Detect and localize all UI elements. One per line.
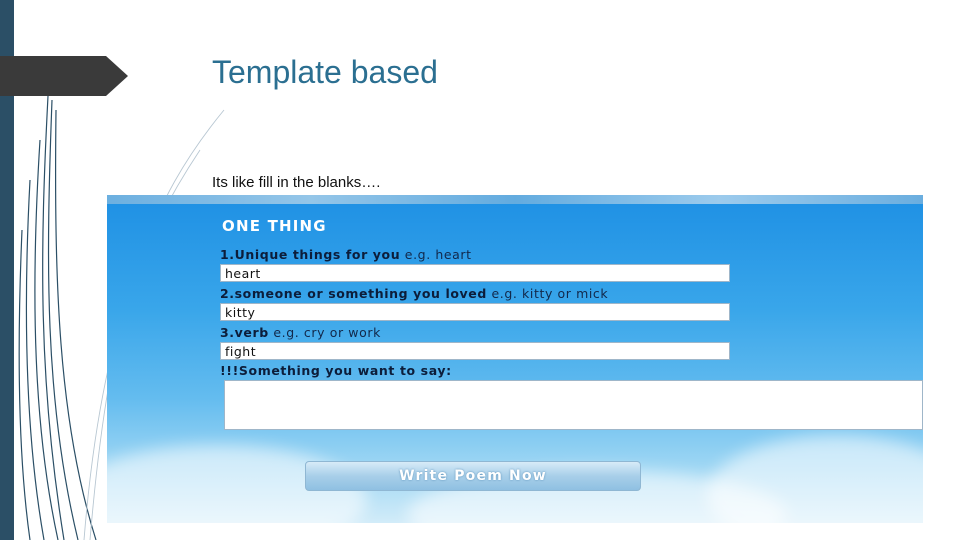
say-something-textarea[interactable] <box>224 380 923 430</box>
slide-body-text: Its like fill in the blanks…. <box>212 174 381 191</box>
poem-form-screenshot: ONE THING 1.Unique things for you e.g. h… <box>107 195 923 523</box>
form-top-strip <box>107 195 923 204</box>
say-something-label: !!!Something you want to say: <box>220 363 452 378</box>
title-tab-shape <box>0 56 128 96</box>
question-3-label: 3.verb e.g. cry or work <box>220 325 381 340</box>
question-2-label: 2.someone or something you loved e.g. ki… <box>220 286 609 301</box>
form-heading: ONE THING <box>222 217 327 235</box>
question-2-input[interactable]: kitty <box>220 303 730 321</box>
slide-title: Template based <box>212 54 438 90</box>
question-3-input[interactable]: fight <box>220 342 730 360</box>
write-poem-button[interactable]: Write Poem Now <box>305 461 641 491</box>
question-1-label: 1.Unique things for you e.g. heart <box>220 247 472 262</box>
question-1-input[interactable]: heart <box>220 264 730 282</box>
